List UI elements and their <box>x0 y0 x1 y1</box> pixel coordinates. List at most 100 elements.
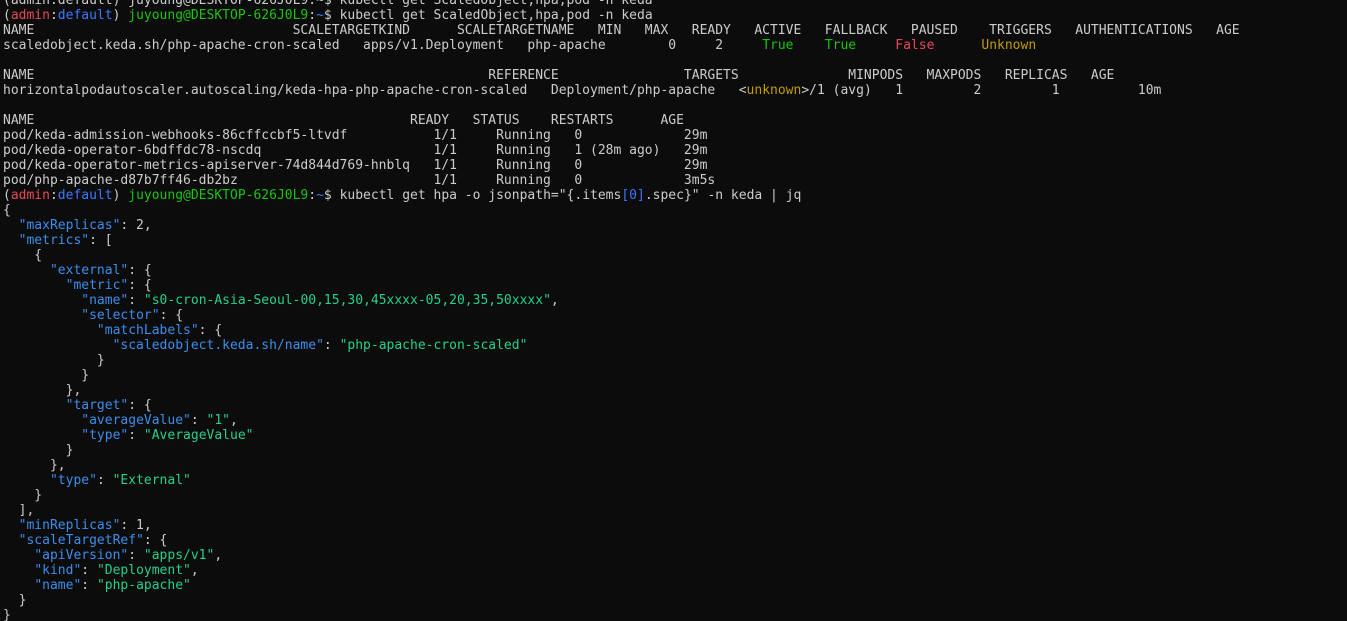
terminal-text: juyoung@DESKTOP-626J0L9 <box>128 8 309 23</box>
terminal-line: "external": { <box>3 263 1347 278</box>
terminal-line: "averageValue": "1", <box>3 413 1347 428</box>
terminal-line: NAME SCALETARGETKIND SCALETARGETNAME MIN… <box>3 23 1347 38</box>
terminal-text: pod/keda-operator-metrics-apiserver-74d8… <box>3 158 708 173</box>
terminal-text: : <box>128 548 144 563</box>
terminal-line: scaledobject.keda.sh/php-apache-cron-sca… <box>3 38 1347 53</box>
terminal-text: (admin:default) juyoung@DESKTOP-626J0L9:… <box>3 0 653 8</box>
terminal-text: : <box>190 413 207 428</box>
terminal-line: "matchLabels": { <box>3 323 1347 338</box>
terminal-text: } <box>3 488 43 503</box>
terminal-text: } <box>3 608 11 621</box>
terminal-text: : <box>128 428 144 443</box>
terminal-line: "type": "External" <box>3 473 1347 488</box>
terminal-line: "metric": { <box>3 278 1347 293</box>
terminal-text: } <box>3 593 27 608</box>
terminal-text: , <box>230 413 238 428</box>
terminal-line: pod/php-apache-d87b7ff46-db2bz 1/1 Runni… <box>3 173 1347 188</box>
terminal-text: NAME READY STATUS RESTARTS AGE <box>3 113 684 128</box>
terminal-text: .spec}" -n keda | jq <box>644 188 802 203</box>
terminal-text: admin <box>10 188 50 203</box>
terminal-text: : { <box>128 263 152 278</box>
terminal-text: ) <box>112 188 129 203</box>
terminal-line: } <box>3 593 1347 608</box>
terminal-text: : <box>96 473 113 488</box>
terminal-text: ( <box>3 188 11 203</box>
terminal-text: ( <box>3 8 11 23</box>
terminal-line: "target": { <box>3 398 1347 413</box>
terminal-line: "scaleTargetRef": { <box>3 533 1347 548</box>
terminal-text: "scaledobject.keda.sh/name" <box>112 338 324 353</box>
terminal-text: : <box>323 338 340 353</box>
terminal-line: } <box>3 443 1347 458</box>
terminal-text: "metrics" <box>18 233 90 248</box>
terminal-line: horizontalpodautoscaler.autoscaling/keda… <box>3 83 1347 98</box>
terminal-text: : { <box>143 533 168 548</box>
terminal-text: "External" <box>112 473 191 488</box>
terminal-text: "name" <box>81 293 129 308</box>
terminal-text: : <box>128 293 144 308</box>
terminal-text: ~ <box>316 188 324 203</box>
terminal-line: } <box>3 353 1347 368</box>
terminal-text: { <box>3 203 11 218</box>
terminal-text: [0] <box>621 188 645 203</box>
terminal-text: "Deployment" <box>96 563 191 578</box>
terminal-output[interactable]: (admin:default) juyoung@DESKTOP-626J0L9:… <box>0 0 1347 621</box>
terminal-text: "php-apache-cron-scaled" <box>339 338 528 353</box>
terminal-text: "external" <box>49 263 129 278</box>
terminal-text: pod/keda-admission-webhooks-86cffccbf5-l… <box>3 128 708 143</box>
terminal-text: "minReplicas" <box>18 518 121 533</box>
terminal-text: pod/php-apache-d87b7ff46-db2bz 1/1 Runni… <box>3 173 716 188</box>
terminal-text: Unknown <box>981 38 1037 53</box>
terminal-text: "php-apache" <box>96 578 191 593</box>
terminal-text: ) <box>112 8 129 23</box>
terminal-text: , <box>550 293 559 308</box>
terminal-text: "apps/v1" <box>143 548 215 563</box>
terminal-line: "name": "s0-cron-Asia-Seoul-00,15,30,45x… <box>3 293 1347 308</box>
terminal-text: : <box>308 188 317 203</box>
terminal-text: True <box>762 38 794 53</box>
terminal-line: pod/keda-operator-6bdffdc78-nscdq 1/1 Ru… <box>3 143 1347 158</box>
terminal-line: NAME READY STATUS RESTARTS AGE <box>3 113 1347 128</box>
terminal-line: NAME REFERENCE TARGETS MINPODS MAXPODS R… <box>3 68 1347 83</box>
terminal-text: 10m <box>1036 38 1347 53</box>
terminal-text: : { <box>159 308 184 323</box>
terminal-text: , <box>214 548 223 563</box>
terminal-line: (admin:default) juyoung@DESKTOP-626J0L9:… <box>3 188 1347 203</box>
terminal-line: "scaledobject.keda.sh/name": "php-apache… <box>3 338 1347 353</box>
terminal-line: "name": "php-apache" <box>3 578 1347 593</box>
terminal-text: "averageValue" <box>81 413 191 428</box>
terminal-text: admin <box>10 8 50 23</box>
terminal-line: }, <box>3 458 1347 473</box>
terminal-text: } <box>3 353 105 368</box>
terminal-text: "matchLabels" <box>96 323 199 338</box>
terminal-text: : 2, <box>120 218 152 233</box>
terminal-text: ~ <box>316 8 324 23</box>
terminal-text: $ kubectl get ScaledObject,hpa,pod -n ke… <box>323 8 653 23</box>
terminal-text: , <box>190 563 199 578</box>
terminal-text: : <box>81 578 97 593</box>
terminal-text: "maxReplicas" <box>18 218 121 233</box>
terminal-text: : { <box>198 323 223 338</box>
terminal-text: unknown <box>746 83 802 98</box>
terminal-text: : <box>49 188 58 203</box>
terminal-text: NAME SCALETARGETKIND SCALETARGETNAME MIN… <box>3 23 1240 38</box>
terminal-line: { <box>3 248 1347 263</box>
terminal-text: "target" <box>65 398 129 413</box>
terminal-line: ], <box>3 503 1347 518</box>
terminal-line: } <box>3 608 1347 621</box>
